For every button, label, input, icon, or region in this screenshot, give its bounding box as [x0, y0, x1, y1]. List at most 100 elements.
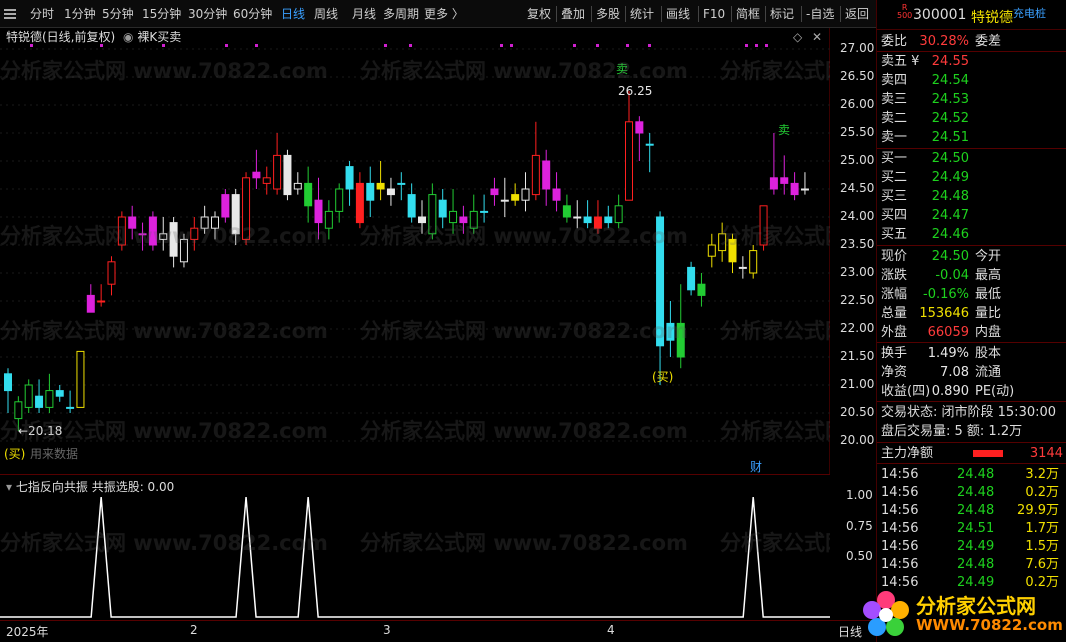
stat-label-2: 最低	[975, 287, 1002, 302]
candle-body	[293, 182, 302, 190]
candle	[511, 183, 520, 206]
watermark-text: 分析家公式网 www.70822.com	[360, 531, 688, 555]
toolbar-button-8[interactable]: -自选	[806, 0, 834, 28]
candle-body	[86, 294, 95, 313]
menu-icon[interactable]	[4, 9, 16, 19]
period-tab-6[interactable]: 日线	[281, 0, 305, 28]
ask-price: 24.51	[931, 130, 969, 145]
candle	[542, 149, 551, 206]
ask-label: 卖三	[881, 92, 908, 107]
settings-diamond-icon[interactable]: ◇	[793, 30, 802, 44]
tick-volume: 3.2万	[1025, 467, 1059, 482]
wei-cha-label: 委差	[975, 34, 1002, 49]
toolbar-button-7[interactable]: 标记	[770, 0, 794, 28]
period-tab-7[interactable]: 周线	[314, 0, 338, 28]
quote-stat-row: 涨幅 -0.16% 最低	[877, 285, 1066, 304]
tick-time: 14:56	[881, 539, 919, 554]
period-tab-9[interactable]: 多周期	[383, 0, 419, 28]
tick-price: 24.48	[957, 467, 995, 482]
candle-body	[769, 177, 778, 190]
candle-body	[76, 350, 85, 408]
signal-dot	[30, 44, 33, 47]
ask-label: 卖一	[881, 130, 908, 145]
price-tick-label: 26.00	[840, 97, 875, 111]
toolbar-button-1[interactable]: 叠加	[561, 0, 585, 28]
close-icon[interactable]: ✕	[812, 30, 822, 44]
tick-volume: 1.7万	[1025, 521, 1059, 536]
candle	[386, 177, 395, 206]
candle	[35, 379, 44, 413]
flower-logo-icon	[863, 591, 909, 636]
concept-tag[interactable]: 充电桩	[1013, 5, 1046, 21]
watermark-text: 分析家公式网 www.70822.com	[0, 319, 328, 343]
period-tab-4[interactable]: 30分钟	[188, 0, 227, 28]
candle-body	[24, 384, 33, 408]
period-tab-5[interactable]: 60分钟	[233, 0, 272, 28]
ask-row: 卖一 24.51	[877, 128, 1066, 147]
date-label: 4	[607, 623, 615, 637]
candle-body	[697, 283, 706, 296]
candle-body	[573, 216, 582, 219]
price-tick-label: 23.00	[840, 265, 875, 279]
candle-body	[45, 390, 54, 408]
candle-body	[386, 188, 395, 196]
ask-price: 24.53	[931, 92, 969, 107]
stat-label: 收益(四)	[881, 384, 931, 399]
toolbar-button-6[interactable]: 简框	[736, 0, 760, 28]
candle-body	[397, 182, 406, 185]
section-divider	[877, 401, 1066, 402]
bid-label: 买四	[881, 208, 908, 223]
buy-signal-label: (买)	[652, 370, 673, 384]
date-label: 2	[190, 623, 198, 637]
toolbar-separator	[765, 6, 766, 22]
quote-stat-row: 总量 153646 量比	[877, 304, 1066, 323]
watermark-text: 分析家公式网 www.70822.com	[360, 224, 688, 248]
period-tab-8[interactable]: 月线	[352, 0, 376, 28]
signal-dot	[255, 44, 258, 47]
signal-dot	[626, 44, 629, 47]
price-tick-label: 22.00	[840, 321, 875, 335]
signal-dot	[100, 44, 103, 47]
period-tab-3[interactable]: 15分钟	[142, 0, 181, 28]
candle	[697, 273, 706, 307]
candle	[86, 284, 95, 313]
candle-body	[221, 194, 230, 218]
candle	[273, 133, 282, 195]
tick-time: 14:56	[881, 521, 919, 536]
candle	[4, 368, 12, 413]
signal-dot	[409, 44, 412, 47]
toolbar-separator	[556, 6, 557, 22]
main-kline-chart[interactable]: 特锐德(日线,前复权) ◉ 裸K买卖 26.25 ←20.18 卖卖 (买) (买) 用来…	[0, 28, 830, 474]
candle-body	[283, 154, 292, 196]
signal-dot	[384, 44, 387, 47]
section-divider	[877, 245, 1066, 246]
bid-row: 买二 24.49	[877, 168, 1066, 187]
candle-body	[97, 300, 106, 303]
candle	[800, 172, 809, 195]
trade-state-row: 交易状态: 闭市阶段 15:30:00	[877, 403, 1066, 422]
toolbar-button-5[interactable]: F10	[703, 0, 725, 28]
stat-label-2: 量比	[975, 306, 1002, 321]
candle	[438, 189, 447, 229]
period-tab-10[interactable]: 更多 〉	[424, 0, 464, 28]
tick-time: 14:56	[881, 467, 919, 482]
quote-header: R 500 300001 特锐德 充电桩	[877, 0, 1066, 30]
bid-label: 买五	[881, 227, 908, 242]
quote-stat-row: 外盘 66059 内盘	[877, 323, 1066, 342]
period-tab-2[interactable]: 5分钟	[102, 0, 134, 28]
toolbar-button-4[interactable]: 画线	[666, 0, 690, 28]
watermark-text: 分析家公式网 www.70822.com	[0, 59, 328, 83]
candle	[66, 390, 75, 413]
period-tab-1[interactable]: 1分钟	[64, 0, 96, 28]
period-tab-0[interactable]: 分时	[30, 0, 54, 28]
ask-row: 卖三 24.53	[877, 90, 1066, 109]
subchart-tick-label: 0.75	[846, 519, 873, 533]
tick-price: 24.49	[957, 539, 995, 554]
indicator-subchart[interactable]: ▾ 七指反向共振 共振选股: 0.00 分析家公式网 www.70822.com…	[0, 474, 830, 620]
toolbar-button-0[interactable]: 复权	[527, 0, 551, 28]
watermark-text: 分析家公式网 www.70822.com	[360, 59, 688, 83]
toolbar-button-9[interactable]: 返回	[845, 0, 869, 28]
toolbar-button-2[interactable]: 多股	[596, 0, 620, 28]
toolbar-button-3[interactable]: 统计	[630, 0, 654, 28]
bid-price: 24.46	[931, 227, 969, 242]
